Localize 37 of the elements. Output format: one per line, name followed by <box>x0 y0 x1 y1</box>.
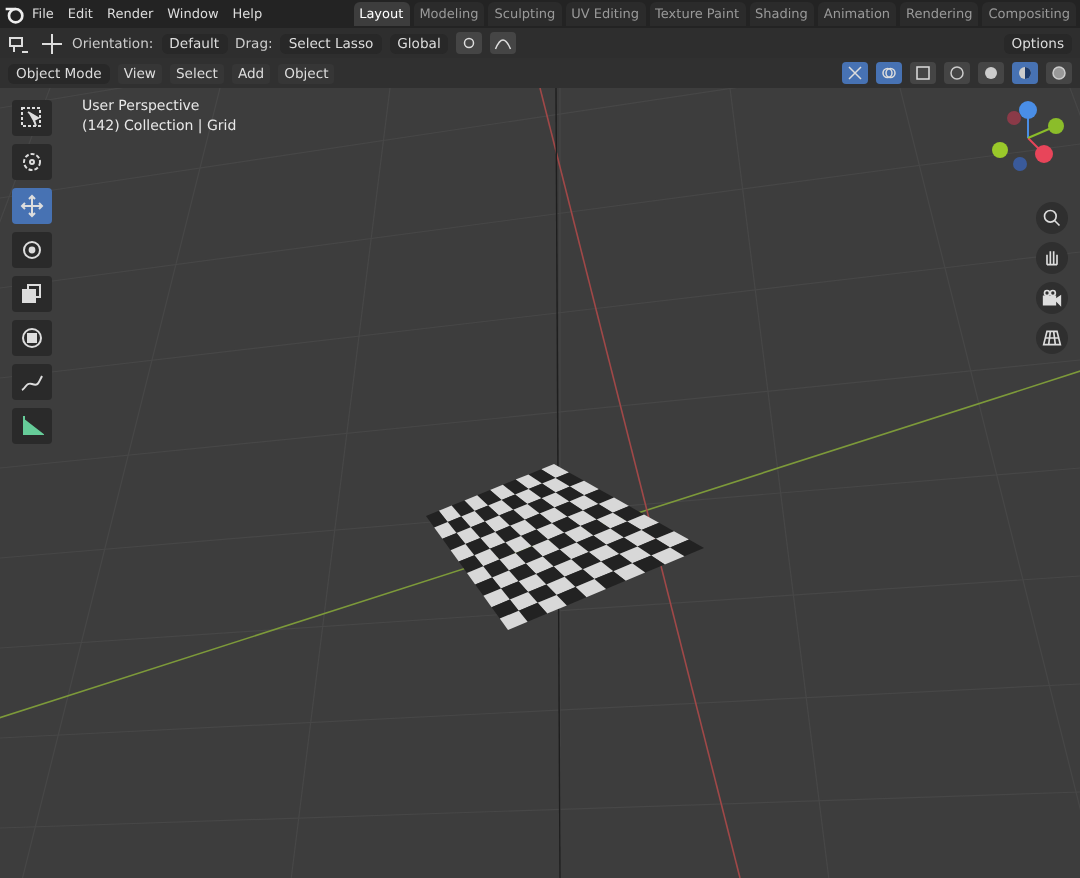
curve-icon <box>494 34 513 52</box>
snap-toggle[interactable] <box>456 32 483 54</box>
scale-icon <box>20 282 44 306</box>
pan-button[interactable] <box>1036 242 1068 274</box>
tool-button[interactable] <box>12 276 52 312</box>
proportional-edit-toggle[interactable] <box>490 32 517 54</box>
overlay-toggle[interactable] <box>876 62 902 84</box>
zoom-button[interactable] <box>1036 202 1068 234</box>
projection-toggle-button[interactable] <box>1036 322 1068 354</box>
camera-icon <box>1042 288 1062 308</box>
shading-sphere-icon <box>1016 64 1034 82</box>
editor-type-icon <box>8 31 32 55</box>
camera-view-button[interactable] <box>1036 282 1068 314</box>
shading-mode-button[interactable] <box>1012 62 1038 84</box>
shading-mode-button[interactable] <box>978 62 1004 84</box>
blender-logo-icon[interactable] <box>4 4 24 24</box>
pencil-stroke-icon <box>20 370 44 394</box>
tool-button[interactable] <box>12 408 52 444</box>
tool-button[interactable] <box>12 144 52 180</box>
shading-mode-button[interactable] <box>1046 62 1072 84</box>
overlay-icon <box>880 64 898 82</box>
transform-icon <box>20 326 44 350</box>
tool-button[interactable] <box>12 232 52 268</box>
zoom-icon <box>1042 208 1062 228</box>
tool-button[interactable] <box>12 320 52 356</box>
rotate-icon <box>20 238 44 262</box>
tool-button[interactable] <box>12 100 52 136</box>
gizmo-toggle[interactable] <box>842 62 868 84</box>
grid-icon <box>1042 328 1062 348</box>
hand-icon <box>1042 248 1062 268</box>
select-box-icon <box>20 106 44 130</box>
cursor-icon <box>20 150 44 174</box>
tool-button[interactable] <box>12 364 52 400</box>
ruler-angle-icon <box>20 414 44 438</box>
xray-toggle[interactable] <box>910 62 936 84</box>
shading-sphere-icon <box>1050 64 1068 82</box>
shading-mode-button[interactable] <box>944 62 970 84</box>
